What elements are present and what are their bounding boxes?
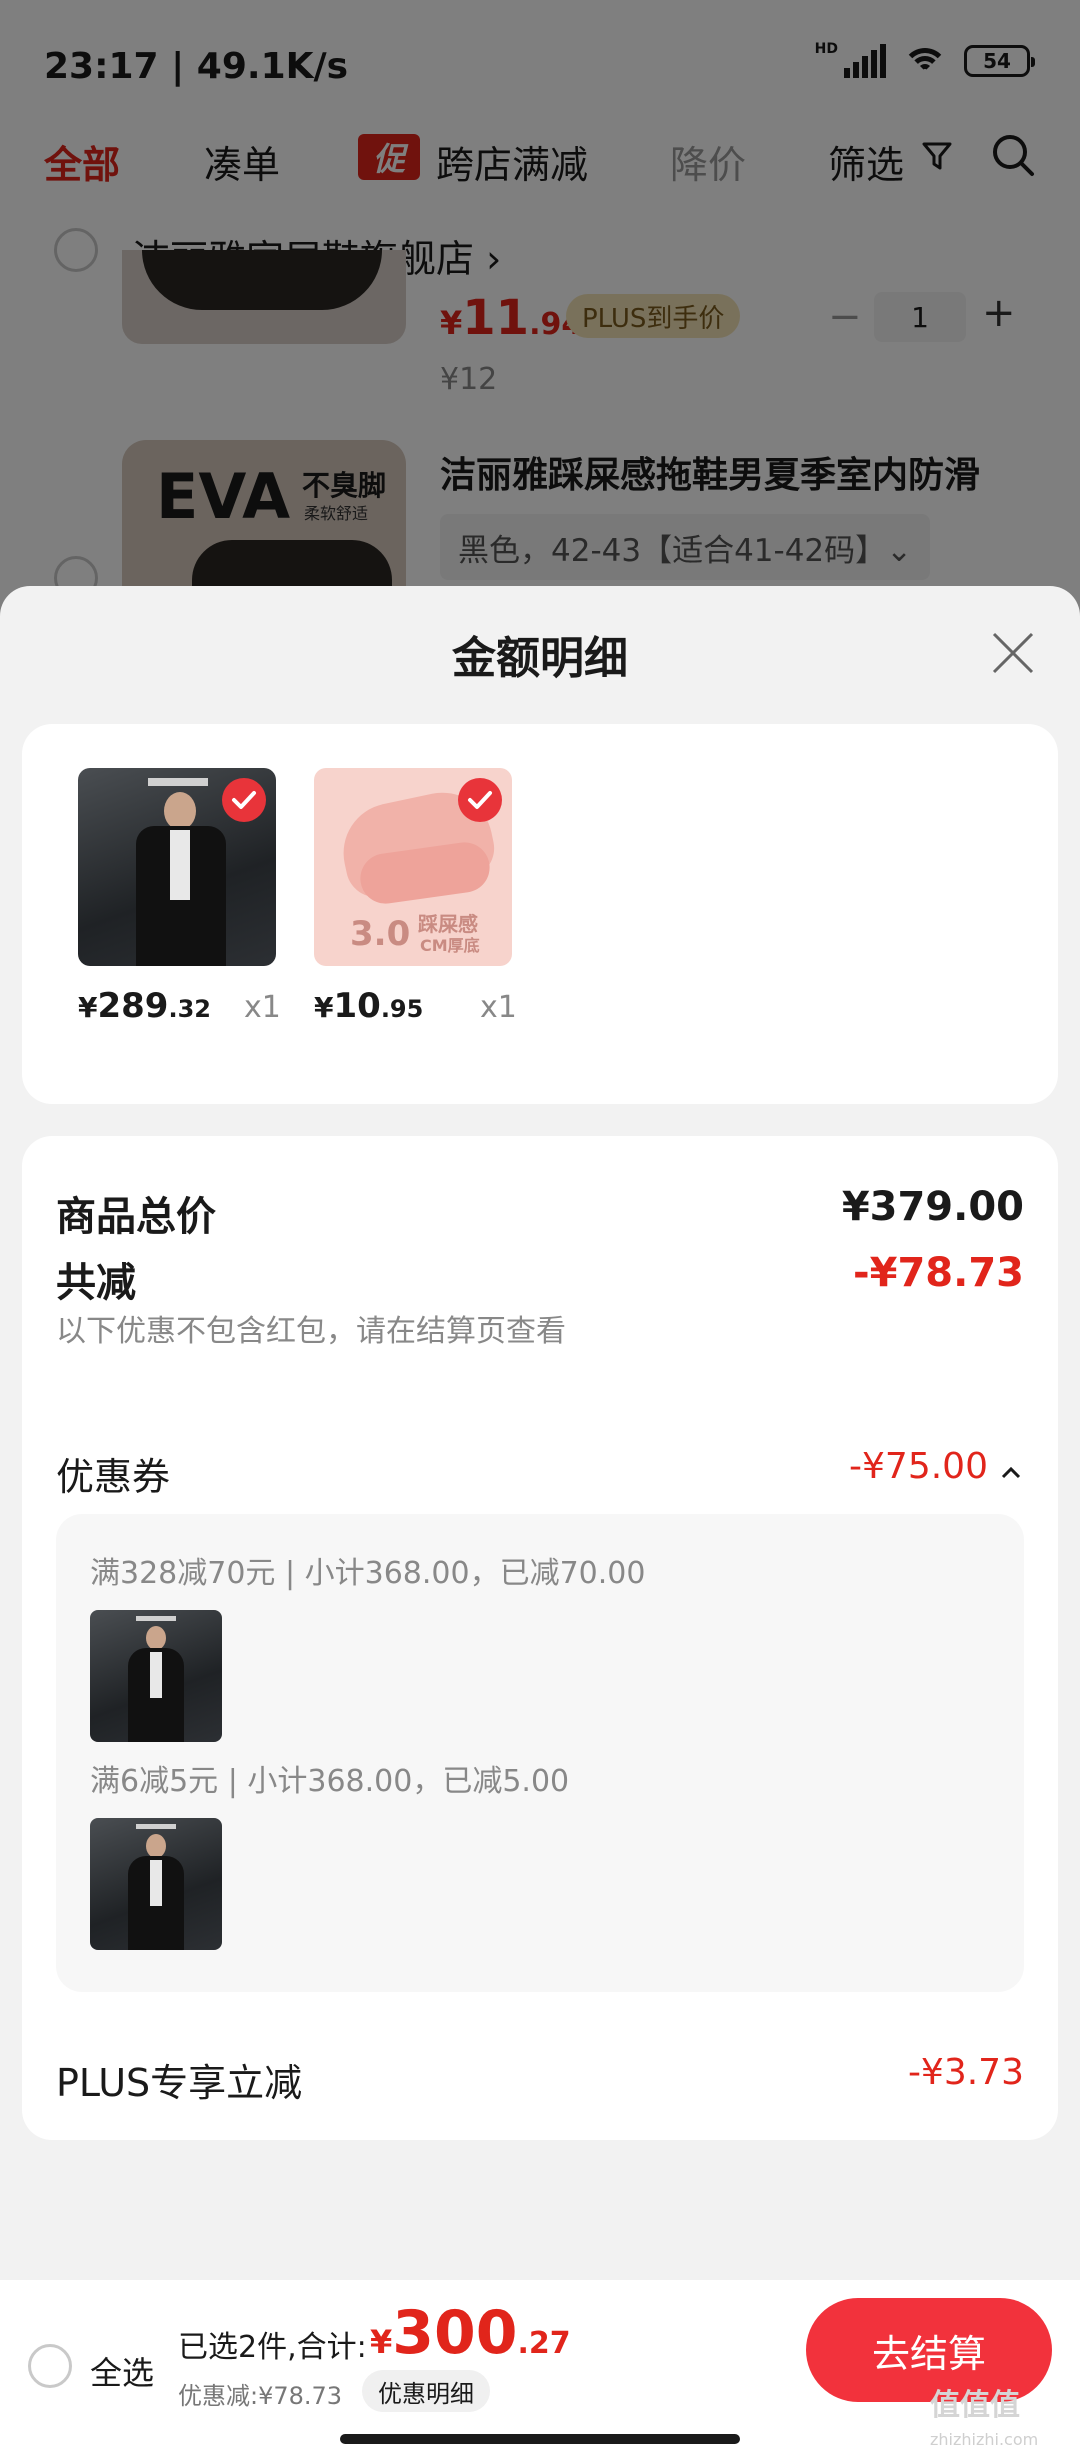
- subtotal-value: ¥379.00: [841, 1184, 1024, 1230]
- home-indicator[interactable]: [340, 2434, 740, 2444]
- select-all-label[interactable]: 全选: [90, 2348, 154, 2394]
- reduction-note: 以下优惠不包含红包，请在结算页查看: [56, 1314, 566, 1349]
- discount-amount: 优惠减:¥78.73: [178, 2382, 343, 2410]
- item-price: ¥10.95: [314, 986, 424, 1026]
- watermark-url: zhizhizhi.com: [930, 2430, 1039, 2449]
- item-qty: x1: [480, 990, 517, 1025]
- amount-detail-sheet: 金额明细 ¥289.32 x1 3.0 踩屎感 CM厚底 ¥10.95 x1 商…: [0, 586, 1080, 2280]
- select-all-radio[interactable]: [28, 2344, 72, 2388]
- coupon-item-thumbnail: [90, 1818, 222, 1950]
- sheet-title: 金额明细: [452, 633, 628, 684]
- watermark-logo: 值值值: [930, 2388, 1020, 2423]
- reduction-value: -¥78.73: [853, 1250, 1024, 1296]
- chevron-up-icon[interactable]: [1000, 1462, 1022, 1484]
- coupon-rule: 满6减5元 | 小计368.00，已减5.00: [90, 1764, 570, 1799]
- coupon-label[interactable]: 优惠券: [56, 1446, 170, 1501]
- amount-breakdown-card: 商品总价 ¥379.00 共减 -¥78.73 以下优惠不包含红包，请在结算页查…: [22, 1136, 1058, 2140]
- coupon-value[interactable]: -¥75.00: [849, 1446, 988, 1487]
- selected-summary: 已选2件,合计:: [178, 2330, 367, 2365]
- item-thumbnail-slipper[interactable]: 3.0 踩屎感 CM厚底: [314, 768, 512, 966]
- item-price: ¥289.32: [78, 986, 211, 1026]
- item-qty: x1: [244, 990, 281, 1025]
- coupon-item-thumbnail: [90, 1610, 222, 1742]
- discount-detail-button[interactable]: 优惠明细: [362, 2370, 490, 2412]
- subtotal-label: 商品总价: [56, 1194, 216, 1240]
- plus-discount-value: -¥3.73: [907, 2052, 1024, 2093]
- plus-discount-label: PLUS专享立减: [56, 2061, 303, 2105]
- checkout-bar: 全选 已选2件,合计: ¥300.27 优惠减:¥78.73 优惠明细 去结算: [0, 2280, 1080, 2460]
- coupon-rule: 满328减70元 | 小计368.00，已减70.00: [90, 1556, 646, 1591]
- checked-icon: [458, 778, 502, 822]
- total-price: ¥300.27: [370, 2298, 571, 2368]
- selected-items-card: ¥289.32 x1 3.0 踩屎感 CM厚底 ¥10.95 x1: [22, 724, 1058, 1104]
- reduction-label: 共减: [56, 1260, 136, 1306]
- close-icon[interactable]: [990, 630, 1036, 676]
- checked-icon: [222, 778, 266, 822]
- coupon-detail-box: 满328减70元 | 小计368.00，已减70.00 满6减5元 | 小计36…: [56, 1514, 1024, 1992]
- item-thumbnail-jacket[interactable]: [78, 768, 276, 966]
